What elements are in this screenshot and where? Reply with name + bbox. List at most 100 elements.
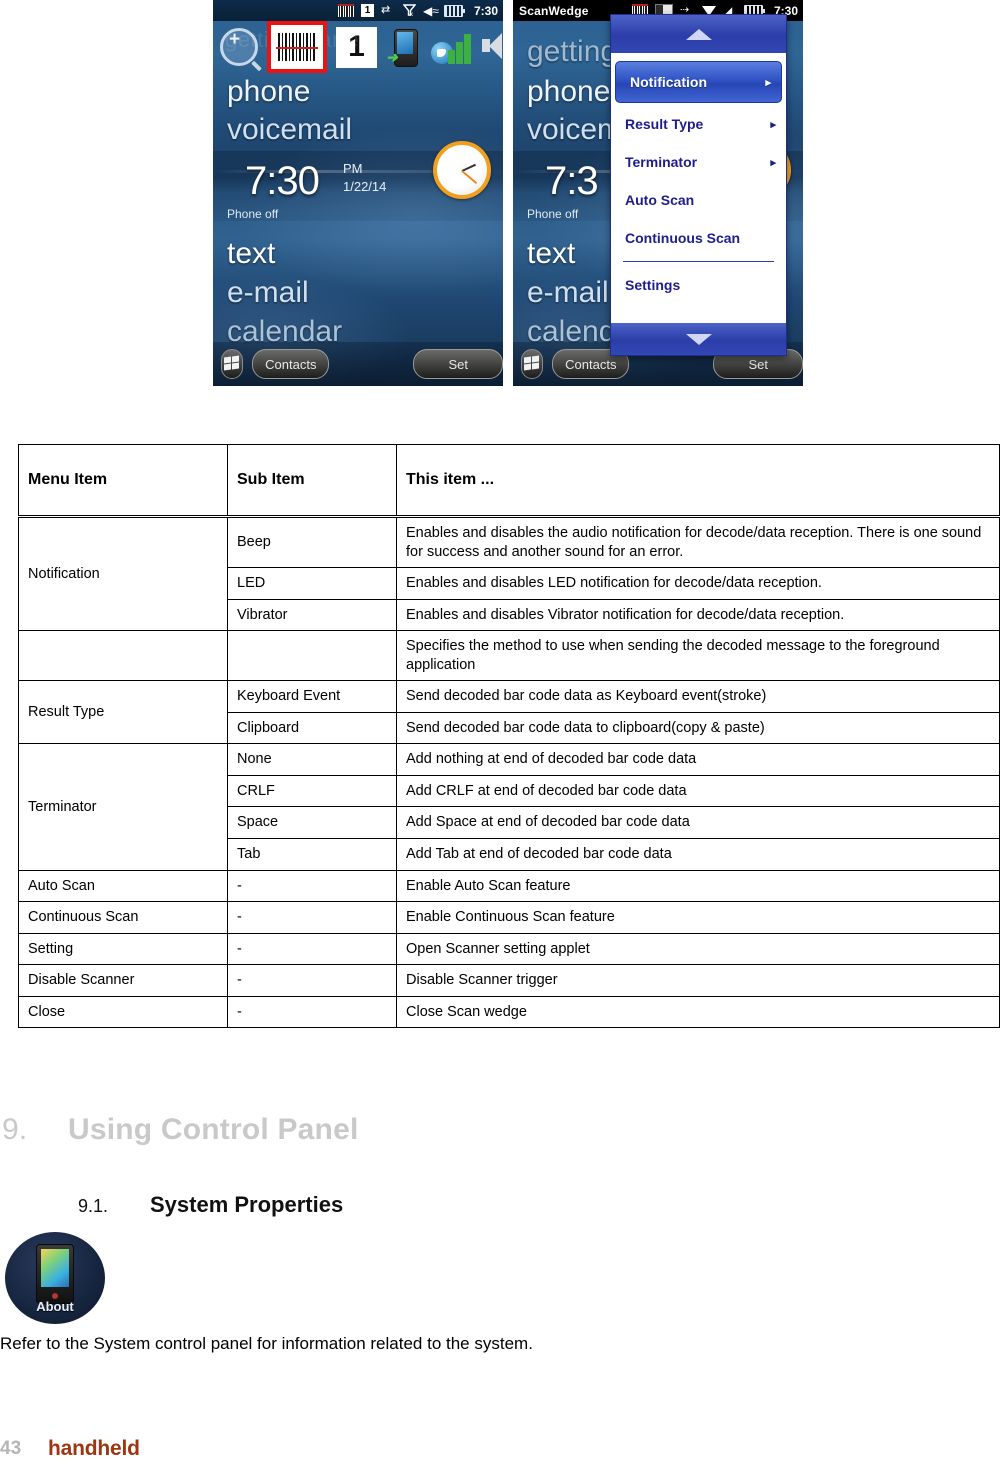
table-row: Auto Scan - Enable Auto Scan feature (18, 869, 1000, 903)
cell-description: Enables and disables the audio notificat… (396, 515, 1000, 569)
app-title: ScanWedge (519, 3, 589, 18)
chevron-down-icon (685, 333, 712, 345)
menu-item-settings[interactable]: Settings (611, 266, 786, 304)
speaker-icon-large[interactable] (480, 30, 503, 64)
analog-clock-icon (433, 141, 491, 199)
scanwedge-menu: Notification ▸ Result Type ▸ Terminator … (610, 14, 787, 356)
cell-sub-item: Keyboard Event (227, 680, 397, 713)
cell-sub-item: Space (227, 806, 397, 840)
clock-time: 7:30 (245, 159, 320, 203)
table-row: Close - Close Scan wedge (18, 995, 1000, 1029)
softkey-contacts[interactable]: Contacts (252, 349, 330, 379)
menu-scroll-down[interactable] (611, 323, 786, 355)
cell-menu-item: Notification (18, 515, 228, 632)
subsection-title: System Properties (150, 1192, 344, 1217)
device-screen-right: ScanWedge ⇢ ◢ 7:30 getting phone voicem … (513, 0, 803, 386)
home-row-text[interactable]: text (527, 237, 575, 271)
table-row: Continuous Scan - Enable Continuous Scan… (18, 901, 1000, 934)
cell-description: Enable Auto Scan feature (396, 869, 1000, 903)
table-row: Setting - Open Scanner setting applet (18, 932, 1000, 966)
table-row: Result Type Keyboard Event Send decoded … (18, 680, 1000, 745)
home-row-getting-started[interactable]: getting (527, 35, 617, 69)
about-icon-label: About (36, 1299, 74, 1314)
col-header-menu-item: Menu Item (18, 444, 228, 518)
phone-state-label: Phone off (527, 207, 579, 221)
start-button[interactable] (221, 349, 244, 379)
home-row-email[interactable]: e-mail (527, 276, 609, 310)
no-signal-icon: x (402, 4, 417, 18)
section-heading-1: 9. Using Control Panel (2, 1113, 359, 1147)
cell-description: Enable Continuous Scan feature (396, 901, 1000, 934)
col-header-description: This item ... (396, 444, 1000, 518)
home-row-phone[interactable]: phone (527, 75, 610, 109)
menu-scroll-up[interactable] (611, 15, 786, 53)
menu-item-continuous-scan[interactable]: Continuous Scan (611, 219, 786, 257)
cell-sub-item: None (227, 743, 397, 776)
menu-item-result-type[interactable]: Result Type ▸ (611, 105, 786, 143)
chevron-right-icon: ▸ (770, 156, 776, 169)
cell-sub-item: - (227, 932, 397, 966)
body-paragraph: Refer to the System control panel for in… (0, 1334, 533, 1353)
soft-key-bar-left: Contacts Set (213, 342, 503, 386)
cell-description: Send decoded bar code data to clipboard(… (396, 711, 1000, 745)
pda-device-icon (36, 1244, 74, 1304)
menu-item-label: Continuous Scan (625, 230, 741, 246)
speaker-icon: ◀≈ (422, 3, 439, 18)
magnifier-icon[interactable] (220, 28, 258, 66)
cell-menu-item: Terminator (18, 743, 228, 871)
clock-time: 7:3 (545, 159, 599, 203)
cell-menu-item: Setting (18, 932, 228, 966)
status-icons: 1 ⇄ x ◀≈ 7:30 (337, 3, 498, 18)
home-row-phone[interactable]: phone (227, 75, 310, 109)
cell-sub-item: - (227, 869, 397, 903)
cell-sub-item: - (227, 901, 397, 934)
home-screen-left: getting started 1 ➜ phone voicemail 7:30… (213, 21, 503, 386)
cell-description: Enables and disables Vibrator notificati… (396, 598, 1000, 632)
softkey-set[interactable]: Set (413, 349, 503, 379)
cell-sub-item: CRLF (227, 774, 397, 808)
menu-item-terminator[interactable]: Terminator ▸ (611, 143, 786, 181)
menu-item-notification[interactable]: Notification ▸ (615, 61, 782, 103)
barcode-icon-highlighted[interactable] (267, 21, 327, 73)
clock-date: 1/22/14 (343, 179, 387, 194)
cell-sub-item: Tab (227, 838, 397, 871)
phone-sync-icon[interactable]: ➜ (386, 27, 422, 67)
home-row-voicemail[interactable]: voicemail (227, 113, 352, 147)
home-row-voicemail[interactable]: voicem (527, 113, 622, 147)
menu-item-label: Auto Scan (625, 192, 695, 208)
cell-sub-item: Vibrator (227, 598, 397, 632)
cell-sub-item: LED (227, 567, 397, 600)
menu-item-auto-scan[interactable]: Auto Scan (611, 181, 786, 219)
start-button[interactable] (521, 349, 544, 379)
menu-item-label: Settings (625, 277, 681, 293)
col-header-sub-item: Sub Item (227, 444, 397, 518)
phone-state-label: Phone off (227, 207, 279, 221)
cell-description: Send decoded bar code data as Keyboard e… (396, 680, 1000, 713)
about-control-panel-icon[interactable]: About (5, 1232, 105, 1324)
chevron-up-icon (685, 28, 712, 40)
clock-ampm: PM (343, 161, 363, 176)
cell-description: Disable Scanner trigger (396, 964, 1000, 997)
sync-icon: ⇄ (380, 4, 391, 16)
table-row: Terminator None Add nothing at end of de… (18, 743, 1000, 871)
cell-description: Add Space at end of decoded bar code dat… (396, 806, 1000, 840)
sim-1-icon: 1 (360, 4, 374, 17)
cell-description: Add Tab at end of decoded bar code data (396, 838, 1000, 871)
section-number: 9. (2, 1113, 28, 1146)
table-row: Specifies the method to use when sending… (18, 630, 1000, 682)
device-screen-left: 1 ⇄ x ◀≈ 7:30 getting started 1 ➜ phone (213, 0, 503, 386)
cell-menu-item: Disable Scanner (18, 964, 228, 997)
table-row: Notification Beep Enables and disables t… (18, 515, 1000, 632)
cell-sub-item: - (227, 964, 397, 997)
cell-description: Add nothing at end of decoded bar code d… (396, 743, 1000, 776)
cell-menu-item (18, 630, 228, 682)
menu-items: Notification ▸ Result Type ▸ Terminator … (611, 53, 786, 323)
scanwedge-menu-table: Menu Item Sub Item This item ... Notific… (18, 444, 1000, 1029)
menu-item-label: Terminator (625, 154, 698, 170)
home-row-email[interactable]: e-mail (227, 276, 309, 310)
signal-icon[interactable] (431, 28, 471, 66)
section-heading-2: 9.1. System Properties (78, 1192, 343, 1218)
home-row-text[interactable]: text (227, 237, 275, 271)
cell-menu-item: Close (18, 995, 228, 1029)
section-title: Using Control Panel (68, 1113, 359, 1146)
